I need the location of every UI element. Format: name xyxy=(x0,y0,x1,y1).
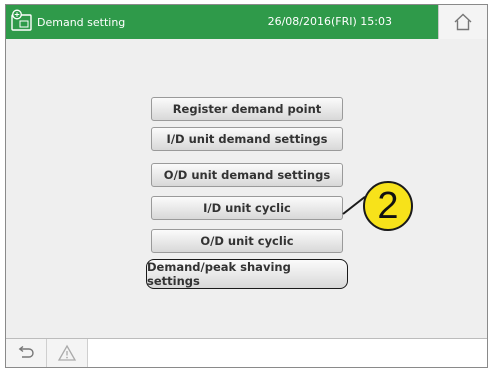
back-button[interactable] xyxy=(6,339,47,367)
warning-icon xyxy=(57,344,77,361)
title-bar: Demand setting 26/08/2016(FRI) 15:03 xyxy=(6,5,439,39)
demand-peak-shaving-settings-button[interactable]: Demand/peak shaving settings xyxy=(146,259,348,289)
monitor-phone-icon xyxy=(11,9,32,31)
back-icon xyxy=(18,345,34,358)
home-button[interactable] xyxy=(438,5,487,39)
main-content: Register demand point I/D unit demand se… xyxy=(6,39,487,340)
home-icon xyxy=(454,13,472,31)
date-time: 26/08/2016(FRI) 15:03 xyxy=(267,15,392,28)
id-unit-cyclic-button[interactable]: I/D unit cyclic xyxy=(151,196,343,220)
od-unit-demand-settings-button[interactable]: O/D unit demand settings xyxy=(151,163,343,187)
page-title: Demand setting xyxy=(37,15,126,29)
register-demand-point-button[interactable]: Register demand point xyxy=(151,97,343,121)
warning-button[interactable] xyxy=(47,339,88,367)
step-callout-marker: 2 xyxy=(363,181,413,231)
demand-setting-screen: Demand setting 26/08/2016(FRI) 15:03 Reg… xyxy=(5,4,488,368)
id-unit-demand-settings-button[interactable]: I/D unit demand settings xyxy=(151,127,343,151)
bottom-bar xyxy=(6,338,487,367)
od-unit-cyclic-button[interactable]: O/D unit cyclic xyxy=(151,229,343,253)
